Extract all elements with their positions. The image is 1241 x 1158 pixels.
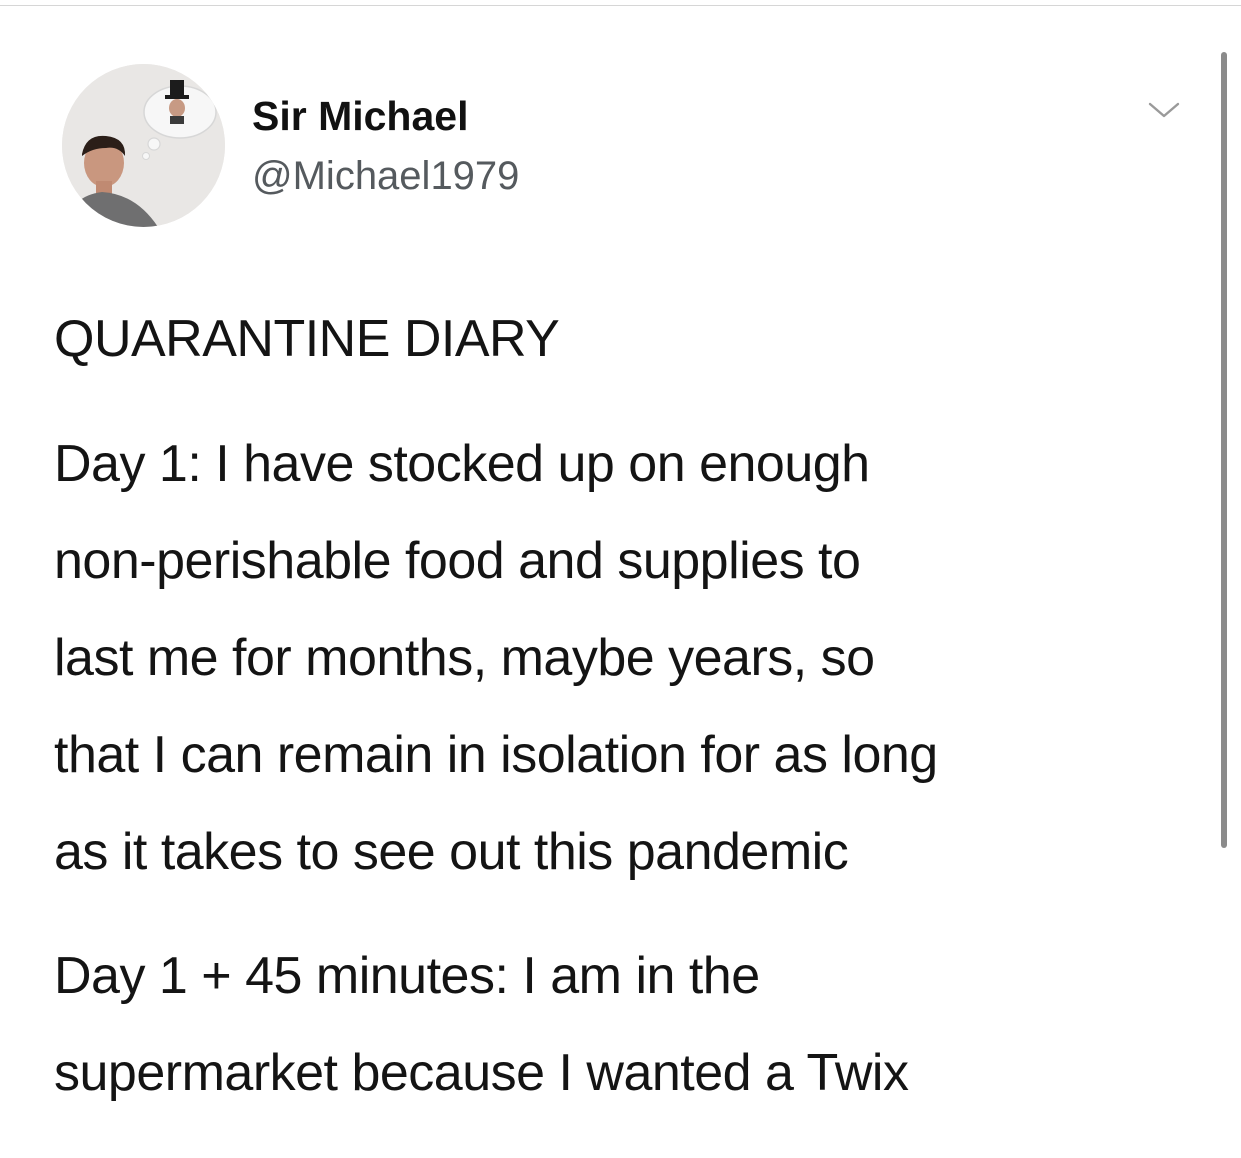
tweet-text-line: Day 1: I have stocked up on enough [54,435,870,493]
tweet-text-line: supermarket because I wanted a Twix [54,1044,909,1102]
tweet-paragraph-day-1: Day 1: I have stocked up on enough non-p… [54,416,1194,901]
tweet-paragraph-day-1-45-min: Day 1 + 45 minutes: I am in the supermar… [54,928,1194,1122]
author-handle[interactable]: @Michael1979 [252,152,519,200]
tweet-text-line: Day 1 + 45 minutes: I am in the [54,947,760,1005]
avatar[interactable] [62,64,225,227]
tweet-text-line: non-perishable food and supplies to [54,532,861,590]
scrollbar-thumb[interactable] [1221,52,1227,848]
avatar-photo [62,64,225,227]
vertical-scrollbar[interactable] [1219,52,1229,848]
tweet-text-line: that I can remain in isolation for as lo… [54,726,938,784]
tweet-text-line: last me for months, maybe years, so [54,629,875,687]
tweet-card: Sir Michael @Michael1979 QUARANTINE DIAR… [0,0,1241,1158]
author-display-name[interactable]: Sir Michael [252,92,468,140]
tweet-headline: QUARANTINE DIARY [54,310,560,368]
tweet-text-line: as it takes to see out this pandemic [54,823,849,881]
more-options-button[interactable] [1140,92,1188,132]
chevron-down-icon [1148,102,1180,118]
